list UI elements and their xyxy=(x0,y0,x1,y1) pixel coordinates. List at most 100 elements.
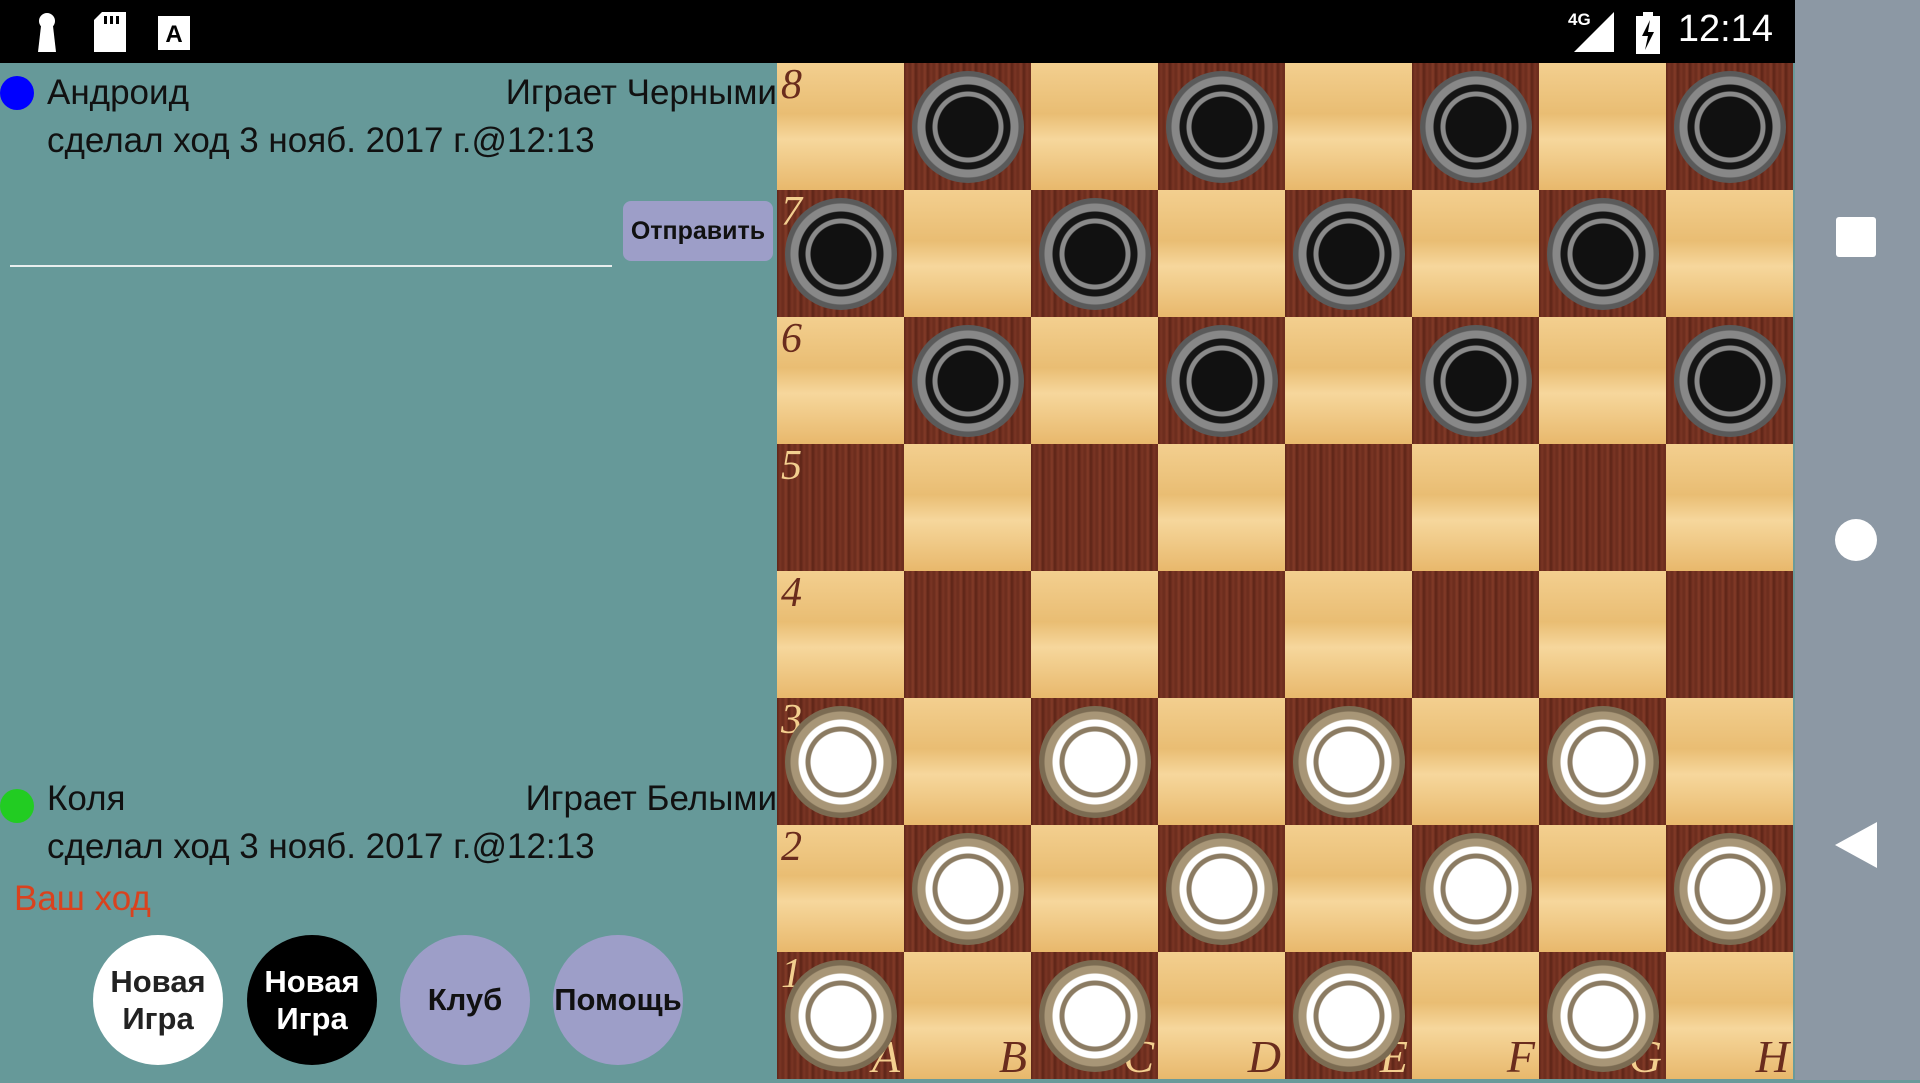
rank-label: 6 xyxy=(781,316,802,362)
square-h7[interactable] xyxy=(1666,190,1793,317)
opponent-color: Играет Черными xyxy=(505,73,777,112)
black-checker-piece[interactable] xyxy=(1165,324,1278,437)
opponent-name: Андроид xyxy=(47,73,189,112)
white-checker-piece[interactable] xyxy=(1292,959,1405,1072)
signal-icon xyxy=(1574,12,1614,52)
square-d5[interactable] xyxy=(1158,444,1285,571)
square-a6[interactable]: 6 xyxy=(777,316,904,444)
rank-label: 8 xyxy=(781,62,802,108)
white-checker-piece[interactable] xyxy=(1038,959,1151,1072)
triangle-back-icon[interactable] xyxy=(1835,822,1877,868)
file-label: F xyxy=(1506,1031,1535,1082)
white-checker-piece[interactable] xyxy=(1038,705,1151,818)
white-checker-piece[interactable] xyxy=(784,705,897,818)
square-recent-icon[interactable] xyxy=(1835,216,1877,258)
navigation-bar xyxy=(1795,0,1920,1080)
black-checker-piece[interactable] xyxy=(1419,70,1532,183)
square-g4[interactable] xyxy=(1539,571,1666,698)
white-checker-piece[interactable] xyxy=(784,959,897,1072)
square-c2[interactable] xyxy=(1031,825,1158,952)
square-h5[interactable] xyxy=(1666,444,1793,571)
circle-home-icon[interactable] xyxy=(1835,519,1877,561)
new-game-black-button[interactable]: Новая Игра xyxy=(247,935,377,1065)
square-b3[interactable] xyxy=(904,698,1031,825)
sd-card-icon xyxy=(94,12,126,52)
checkers-board[interactable]: 87654321ABCDEFGH xyxy=(777,62,1793,1082)
square-e6[interactable] xyxy=(1285,317,1412,444)
battery-charging-icon xyxy=(1636,12,1660,54)
opponent-info: Андроид Играет Черными xyxy=(0,67,777,117)
black-checker-piece[interactable] xyxy=(1292,197,1405,310)
black-checker-piece[interactable] xyxy=(1165,70,1278,183)
square-f3[interactable] xyxy=(1412,698,1539,825)
square-g8[interactable] xyxy=(1539,63,1666,190)
club-button[interactable]: Клуб xyxy=(400,935,530,1065)
square-a2[interactable]: 2 xyxy=(777,824,904,952)
chat-input[interactable] xyxy=(10,223,612,267)
square-a4[interactable]: 4 xyxy=(777,570,904,698)
square-h3[interactable] xyxy=(1666,698,1793,825)
white-checker-piece[interactable] xyxy=(1673,832,1786,945)
new-game-white-button[interactable]: Новая Игра xyxy=(93,935,223,1065)
help-button[interactable]: Помощь xyxy=(553,935,683,1065)
square-h4[interactable] xyxy=(1666,571,1793,698)
player-status-dot xyxy=(0,789,34,823)
square-b5[interactable] xyxy=(904,444,1031,571)
square-d7[interactable] xyxy=(1158,190,1285,317)
turn-indicator: Ваш ход xyxy=(14,879,151,918)
black-checker-piece[interactable] xyxy=(1038,197,1151,310)
square-c4[interactable] xyxy=(1031,571,1158,698)
square-f4[interactable] xyxy=(1412,571,1539,698)
keyhole-icon xyxy=(38,13,56,52)
square-f5[interactable] xyxy=(1412,444,1539,571)
clock: 12:14 xyxy=(1677,8,1773,50)
white-checker-piece[interactable] xyxy=(1546,959,1659,1072)
square-h1[interactable]: H xyxy=(1666,952,1793,1082)
black-checker-piece[interactable] xyxy=(911,70,1024,183)
square-b1[interactable]: B xyxy=(904,952,1031,1082)
square-g6[interactable] xyxy=(1539,317,1666,444)
black-checker-piece[interactable] xyxy=(911,324,1024,437)
black-checker-piece[interactable] xyxy=(1673,70,1786,183)
white-checker-piece[interactable] xyxy=(1546,705,1659,818)
status-bar: A 4G 12:14 xyxy=(0,0,1795,63)
square-a5[interactable]: 5 xyxy=(777,443,904,571)
black-checker-piece[interactable] xyxy=(784,197,897,310)
square-c5[interactable] xyxy=(1031,444,1158,571)
file-label: B xyxy=(998,1031,1027,1082)
white-checker-piece[interactable] xyxy=(1292,705,1405,818)
font-a-icon: A xyxy=(158,16,190,50)
player-name: Коля xyxy=(47,779,126,818)
new-game-white-label: Новая Игра xyxy=(110,963,206,1036)
square-c8[interactable] xyxy=(1031,63,1158,190)
square-d3[interactable] xyxy=(1158,698,1285,825)
square-e8[interactable] xyxy=(1285,63,1412,190)
player-color: Играет Белыми xyxy=(525,779,777,818)
square-d4[interactable] xyxy=(1158,571,1285,698)
black-checker-piece[interactable] xyxy=(1546,197,1659,310)
square-c6[interactable] xyxy=(1031,317,1158,444)
rank-label: 4 xyxy=(781,570,802,616)
square-f1[interactable]: F xyxy=(1412,952,1539,1082)
square-f7[interactable] xyxy=(1412,190,1539,317)
rank-label: 2 xyxy=(781,824,802,870)
black-checker-piece[interactable] xyxy=(1419,324,1532,437)
square-d1[interactable]: D xyxy=(1158,952,1285,1082)
new-game-black-label: Новая Игра xyxy=(264,963,360,1036)
square-g2[interactable] xyxy=(1539,825,1666,952)
square-a8[interactable]: 8 xyxy=(777,62,904,190)
send-button[interactable]: Отправить xyxy=(623,201,773,261)
opponent-status-dot xyxy=(0,76,34,110)
square-e4[interactable] xyxy=(1285,571,1412,698)
opponent-last-move: сделал ход 3 нояб. 2017 г.@12:13 xyxy=(47,121,595,160)
square-g5[interactable] xyxy=(1539,444,1666,571)
square-b4[interactable] xyxy=(904,571,1031,698)
black-checker-piece[interactable] xyxy=(1673,324,1786,437)
white-checker-piece[interactable] xyxy=(911,832,1024,945)
square-e5[interactable] xyxy=(1285,444,1412,571)
white-checker-piece[interactable] xyxy=(1419,832,1532,945)
white-checker-piece[interactable] xyxy=(1165,832,1278,945)
player-last-move: сделал ход 3 нояб. 2017 г.@12:13 xyxy=(47,827,595,866)
square-b7[interactable] xyxy=(904,190,1031,317)
square-e2[interactable] xyxy=(1285,825,1412,952)
